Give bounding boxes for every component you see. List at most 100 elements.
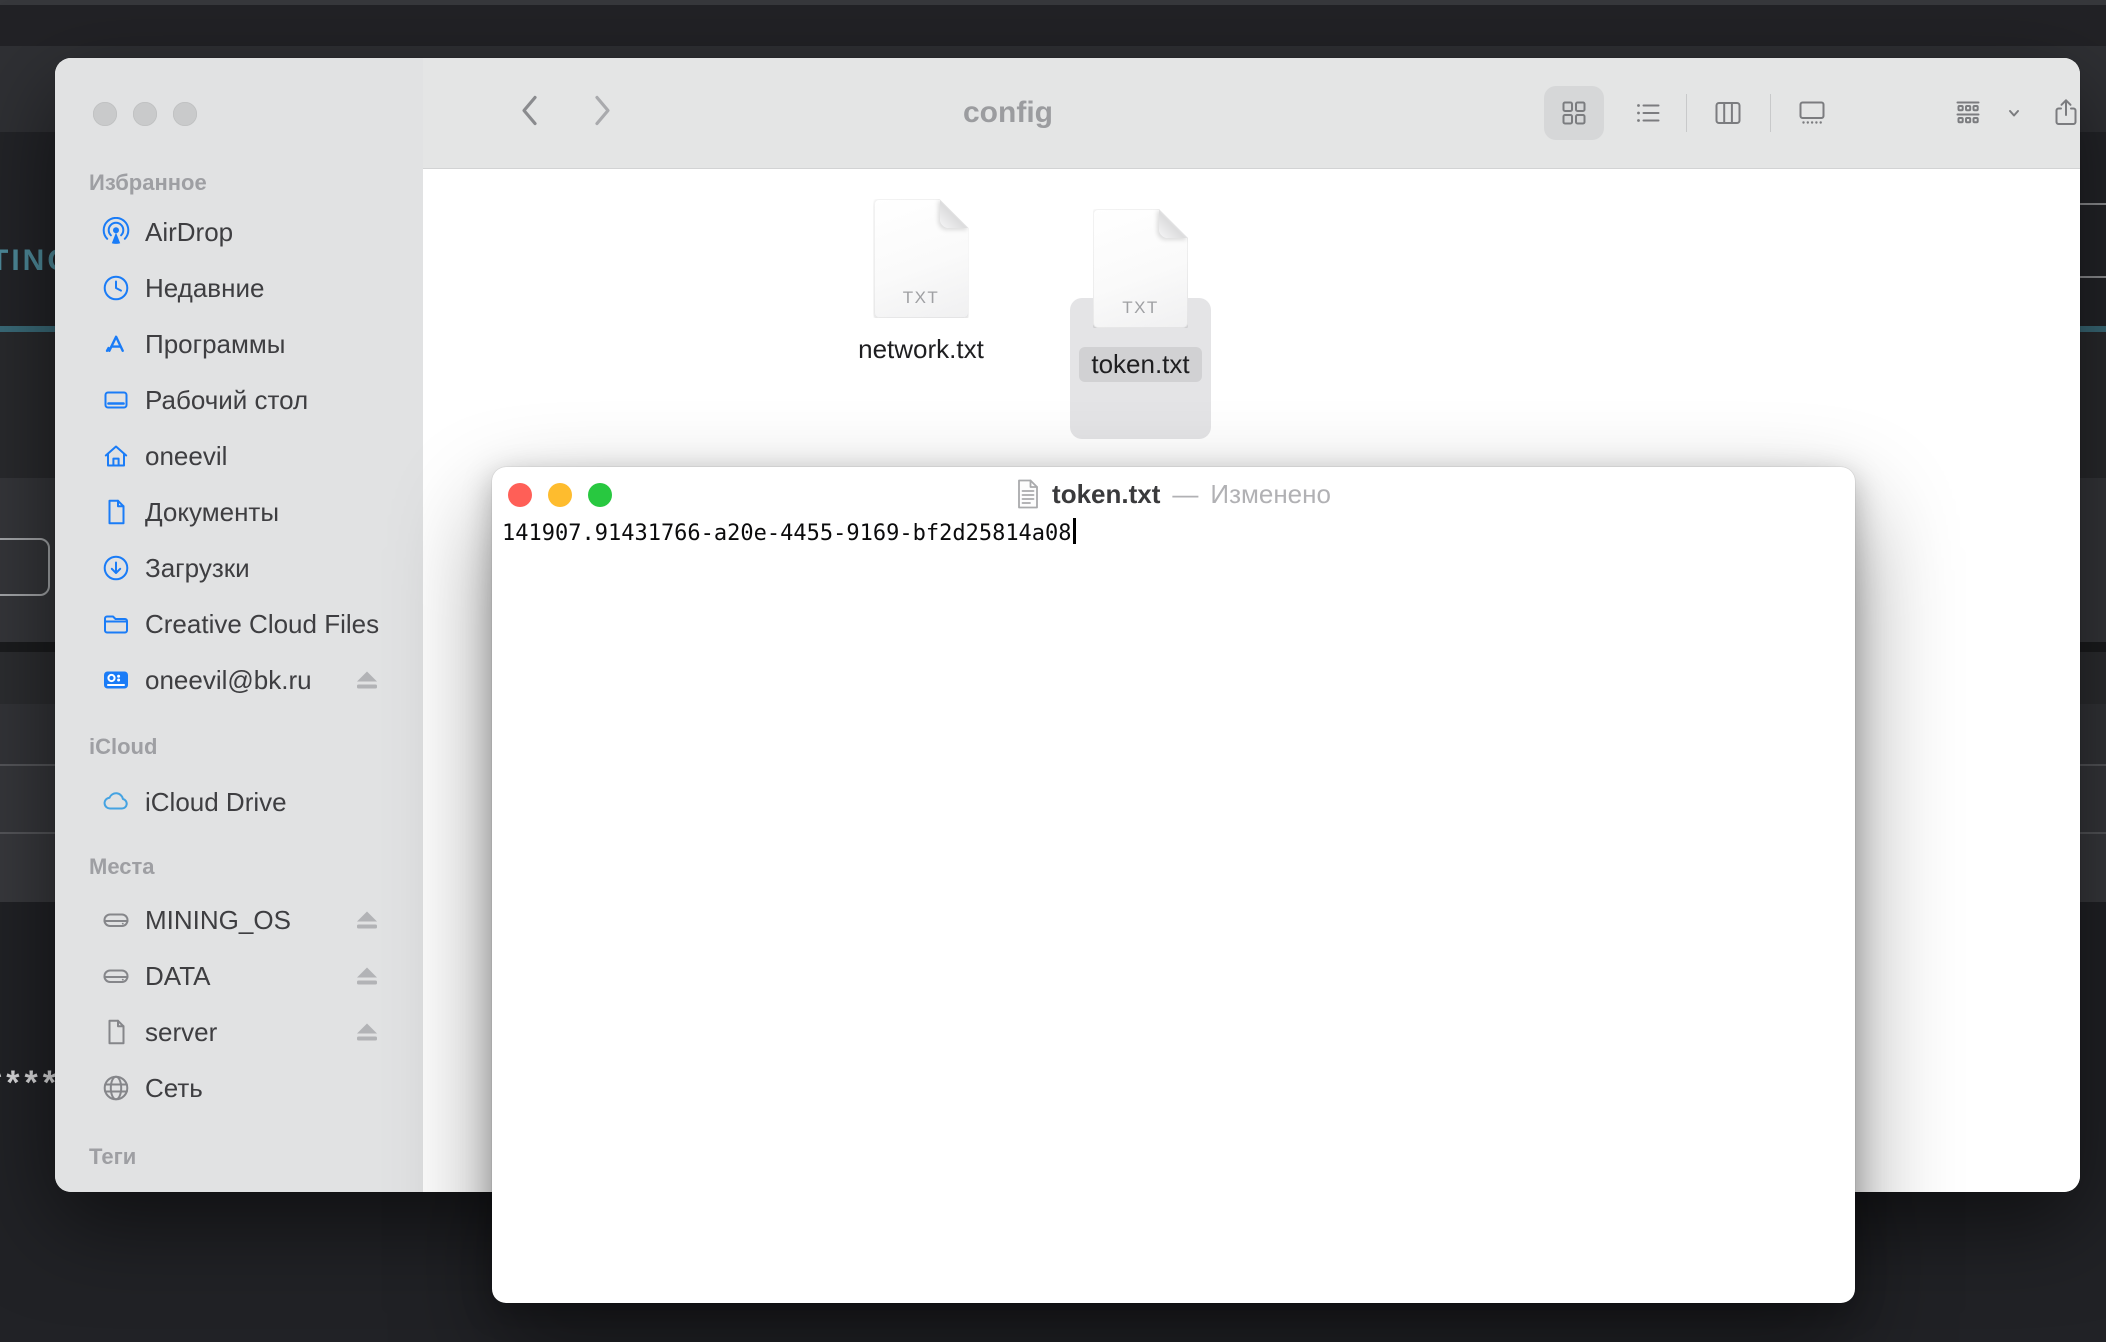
harddrive-icon: [101, 905, 131, 935]
textedit-window: token.txt — Изменено 141907.91431766-a20…: [492, 467, 1855, 1303]
forward-button[interactable]: [589, 91, 615, 136]
sidebar-item-label: Creative Cloud Files: [145, 609, 379, 640]
background-divider: [2078, 276, 2106, 278]
txt-file-icon: TXT: [1093, 209, 1188, 328]
group-by-button[interactable]: [1951, 96, 1985, 130]
globe-icon: [101, 1073, 131, 1103]
zoom-button[interactable]: [173, 102, 197, 126]
token-text: 141907.91431766-a20e-4455-9169-bf2d25814…: [502, 521, 1072, 546]
sidebar-item-label: oneevil@bk.ru: [145, 665, 312, 696]
group-by-chevron[interactable]: [2007, 106, 2021, 120]
sidebar-item-label: oneevil: [145, 441, 227, 472]
sidebar-section-header: Избранное: [89, 170, 207, 196]
desktop-icon: [101, 385, 131, 415]
sidebar-item-documents[interactable]: Документы: [55, 484, 423, 540]
cloud-icon: [101, 787, 131, 817]
gallery-view-button[interactable]: [1795, 96, 1829, 130]
close-button[interactable]: [93, 102, 117, 126]
list-view-icon: [1631, 96, 1665, 130]
sidebar-item-mail-drive[interactable]: oneevil@bk.ru: [55, 652, 423, 708]
share-button[interactable]: [2049, 96, 2083, 130]
desktop-screen: TINGS ***** Избранное AirDrop: [0, 0, 2106, 1342]
sidebar-item-home[interactable]: oneevil: [55, 428, 423, 484]
home-icon: [101, 441, 131, 471]
background-divider: [2078, 203, 2106, 205]
file-icon: [101, 1017, 131, 1047]
grid-view-icon: [1557, 96, 1591, 130]
sidebar-item-applications[interactable]: Программы: [55, 316, 423, 372]
sidebar-item-label: Документы: [145, 497, 279, 528]
chevron-down-icon: [2007, 106, 2021, 120]
sidebar-section-header: Места: [89, 854, 155, 880]
textedit-content[interactable]: 141907.91431766-a20e-4455-9169-bf2d25814…: [502, 517, 1845, 551]
airdrop-icon: [101, 217, 131, 247]
close-button[interactable]: [508, 483, 532, 507]
file-type-badge: TXT: [874, 288, 969, 308]
list-view-button[interactable]: [1631, 96, 1665, 130]
sidebar-item-network[interactable]: Сеть: [55, 1060, 423, 1116]
folder-icon: [101, 609, 131, 639]
sidebar-item-creative-cloud[interactable]: Creative Cloud Files: [55, 596, 423, 652]
harddrive-icon: [101, 961, 131, 991]
eject-icon[interactable]: [356, 968, 378, 985]
file-name-label: token.txt: [1079, 347, 1201, 382]
txt-file-icon: TXT: [874, 199, 969, 318]
eject-icon[interactable]: [356, 912, 378, 929]
textedit-title-group: token.txt — Изменено: [632, 467, 1715, 521]
finder-sidebar: Избранное AirDrop Недавние: [55, 58, 423, 1192]
sidebar-item-label: iCloud Drive: [145, 787, 287, 818]
sidebar-item-label: DATA: [145, 961, 210, 992]
background-input-outline: [0, 538, 50, 596]
textedit-titlebar[interactable]: token.txt — Изменено: [492, 467, 1855, 521]
eject-icon[interactable]: [356, 672, 378, 689]
column-view-icon: [1711, 96, 1745, 130]
sidebar-item-downloads[interactable]: Загрузки: [55, 540, 423, 596]
sidebar-item-desktop[interactable]: Рабочий стол: [55, 372, 423, 428]
sidebar-item-icloud-drive[interactable]: iCloud Drive: [55, 774, 423, 830]
gallery-view-icon: [1795, 96, 1829, 130]
external-drive-icon: [101, 665, 131, 695]
edited-status: Изменено: [1210, 479, 1331, 510]
document-icon: [101, 497, 131, 527]
grid-view-button[interactable]: [1557, 96, 1591, 130]
textedit-window-title: token.txt: [1052, 479, 1160, 510]
group-by-icon: [1951, 96, 1985, 130]
sidebar-item-recents[interactable]: Недавние: [55, 260, 423, 316]
minimize-button[interactable]: [133, 102, 157, 126]
folder-title: config: [963, 96, 1053, 130]
zoom-button[interactable]: [588, 483, 612, 507]
sidebar-item-label: Недавние: [145, 273, 264, 304]
title-separator: —: [1172, 479, 1198, 510]
sidebar-item-label: server: [145, 1017, 217, 1048]
document-proxy-icon[interactable]: [1016, 479, 1040, 509]
file-network-txt[interactable]: TXT network.txt: [841, 199, 1001, 365]
download-circle-icon: [101, 553, 131, 583]
sidebar-item-label: Рабочий стол: [145, 385, 308, 416]
sidebar-item-label: Программы: [145, 329, 285, 360]
sidebar-item-airdrop[interactable]: AirDrop: [55, 204, 423, 260]
sidebar-item-label: Сеть: [145, 1073, 203, 1104]
sidebar-item-label: MINING_OS: [145, 905, 291, 936]
finder-toolbar: config: [423, 58, 2080, 169]
back-button[interactable]: [517, 91, 543, 136]
toolbar-separator: [1686, 94, 1687, 132]
sidebar-item-data[interactable]: DATA: [55, 948, 423, 1004]
sidebar-section-header: iCloud: [89, 734, 157, 760]
toolbar-separator: [1770, 94, 1771, 132]
sidebar-item-server[interactable]: server: [55, 1004, 423, 1060]
sidebar-item-label: AirDrop: [145, 217, 233, 248]
column-view-button[interactable]: [1711, 96, 1745, 130]
share-icon: [2049, 96, 2083, 130]
eject-icon[interactable]: [356, 1024, 378, 1041]
minimize-button[interactable]: [548, 483, 572, 507]
sidebar-item-label: Загрузки: [145, 553, 250, 584]
file-name-label: network.txt: [858, 334, 984, 365]
file-token-txt[interactable]: TXT token.txt: [1070, 199, 1211, 382]
page-fold: [1159, 209, 1188, 238]
sidebar-item-mining-os[interactable]: MINING_OS: [55, 892, 423, 948]
background-band: [0, 5, 2106, 46]
file-type-badge: TXT: [1093, 298, 1188, 318]
sidebar-section-header: Теги: [89, 1144, 136, 1170]
page-fold: [940, 199, 969, 228]
text-cursor: [1073, 518, 1076, 544]
